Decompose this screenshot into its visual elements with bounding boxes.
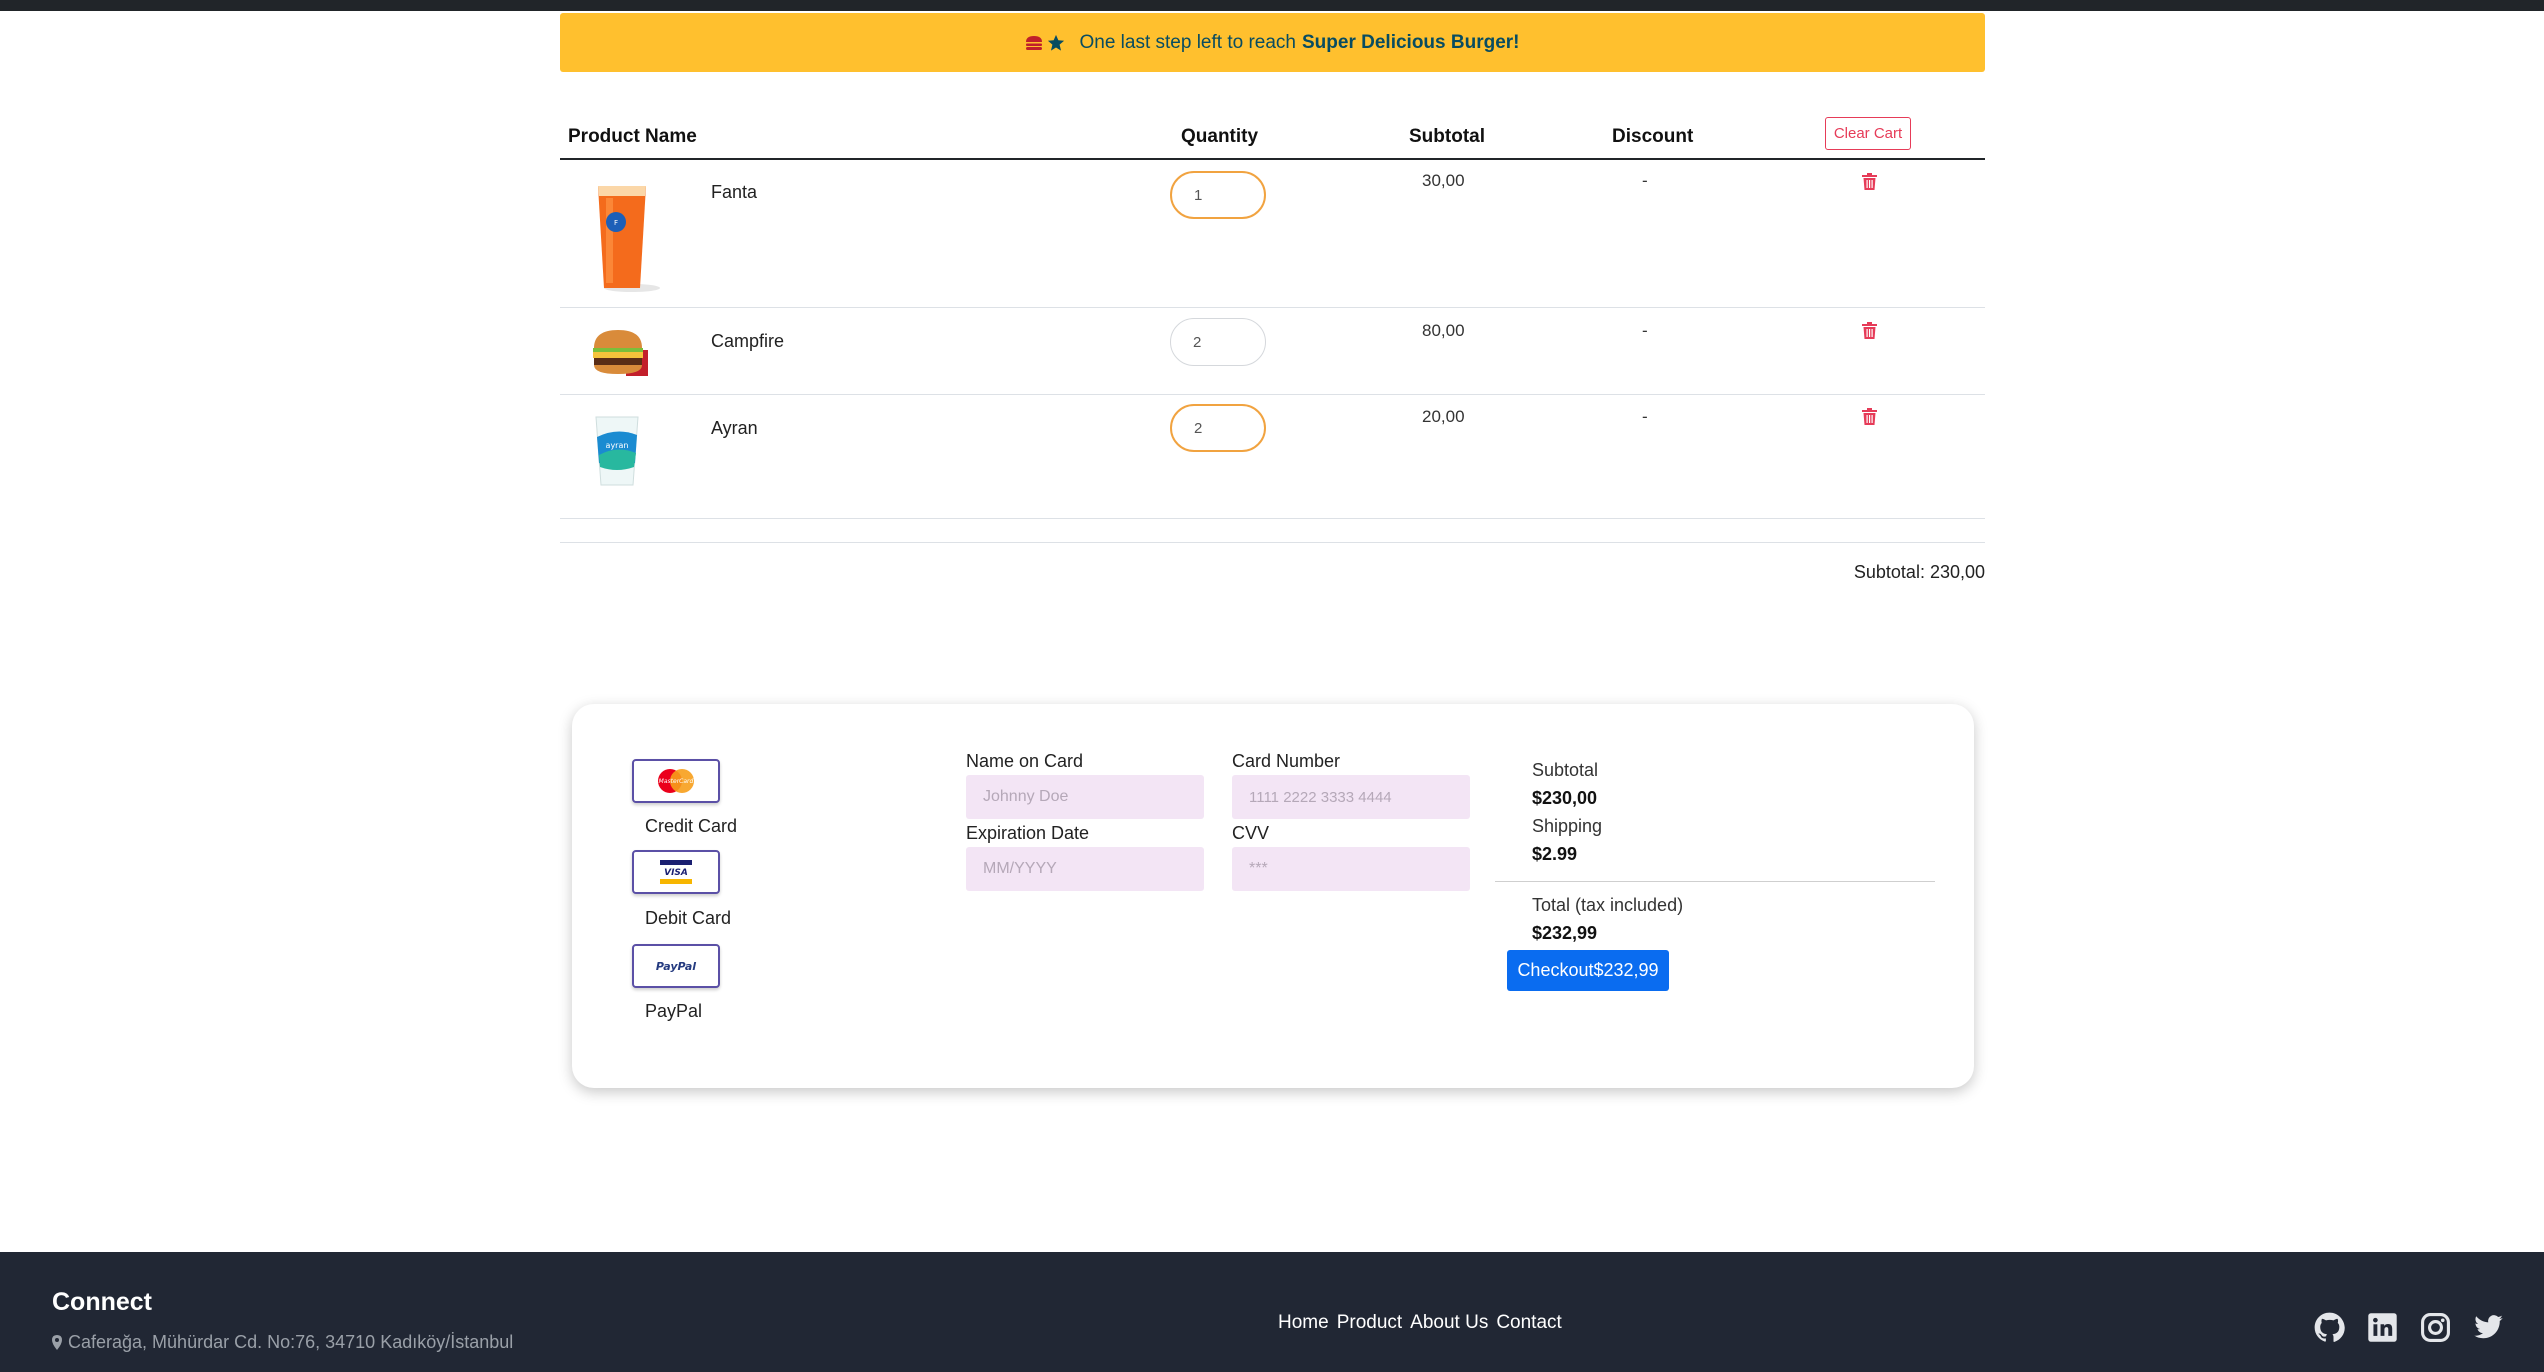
quantity-input[interactable]: 1	[1170, 171, 1266, 219]
footer-social	[2314, 1312, 2504, 1343]
summary-subtotal-value: $230,00	[1532, 788, 1598, 808]
visa-icon: VISA	[660, 860, 692, 884]
row-discount: -	[1642, 171, 1648, 190]
card-number-input[interactable]: 1111 2222 3333 4444	[1232, 775, 1470, 819]
promo-highlight: Super Delicious Burger!	[1302, 31, 1520, 53]
footer-title: Connect	[52, 1288, 152, 1316]
mastercard-icon: MasterCard	[658, 769, 694, 793]
footer-address: Caferağa, Mühürdar Cd. No:76, 34710 Kadı…	[52, 1332, 513, 1353]
trash-icon[interactable]	[1862, 173, 1877, 190]
credit-card-label: Credit Card	[645, 816, 738, 836]
svg-text:ayran: ayran	[606, 441, 629, 450]
footer-link-contact[interactable]: Contact	[1496, 1312, 1561, 1334]
header-product: Product Name	[568, 126, 697, 147]
paypal-option[interactable]: PayPal	[632, 944, 720, 988]
footer-nav: Home Product About Us Contact	[1278, 1312, 1562, 1334]
footer-address-text: Caferağa, Mühürdar Cd. No:76, 34710 Kadı…	[68, 1332, 514, 1352]
github-icon[interactable]	[2314, 1312, 2345, 1343]
header-quantity: Quantity	[1181, 126, 1259, 147]
summary-subtotal-label: Subtotal	[1532, 760, 1599, 780]
header-subtotal: Subtotal	[1409, 126, 1485, 147]
checkout-button[interactable]: Checkout$232,99	[1507, 950, 1669, 991]
ayran-image: ayran	[595, 416, 639, 486]
promo-banner: One last step left to reach Super Delici…	[560, 13, 1985, 72]
divider	[560, 542, 1985, 543]
row-discount: -	[1642, 407, 1648, 426]
table-row: Campfire 2 80,00 -	[560, 308, 1985, 395]
cvv-label: CVV	[1232, 823, 1270, 843]
paypal-icon: PayPal	[656, 960, 696, 973]
cart-subtotal: Subtotal: 230,00	[1853, 562, 1985, 582]
row-subtotal: 80,00	[1422, 321, 1465, 340]
row-discount: -	[1642, 321, 1648, 340]
expiration-date-label: Expiration Date	[966, 823, 1090, 843]
debit-card-label: Debit Card	[645, 908, 732, 928]
map-marker-icon	[52, 1335, 62, 1350]
footer: Connect Caferağa, Mühürdar Cd. No:76, 34…	[0, 1252, 2544, 1372]
trash-icon[interactable]	[1862, 408, 1877, 425]
cvv-input[interactable]: ***	[1232, 847, 1470, 891]
summary-divider	[1495, 881, 1935, 882]
header-discount: Discount	[1612, 126, 1694, 147]
linkedin-icon[interactable]	[2367, 1312, 2398, 1343]
visa-logo-text: VISA	[664, 868, 688, 878]
expiration-date-input[interactable]: MM/YYYY	[966, 847, 1204, 891]
paypal-label: PayPal	[645, 1001, 703, 1021]
instagram-icon[interactable]	[2420, 1312, 2451, 1343]
campfire-burger-image	[593, 330, 648, 376]
credit-card-option[interactable]: MasterCard	[632, 759, 720, 803]
row-subtotal: 20,00	[1422, 407, 1465, 426]
promo-icons	[1025, 34, 1065, 52]
name-on-card-label: Name on Card	[966, 751, 1084, 771]
product-name: Fanta	[711, 182, 758, 202]
table-header: Product Name Quantity Subtotal Discount …	[560, 100, 1985, 160]
cart-table: Product Name Quantity Subtotal Discount …	[560, 100, 1985, 519]
mastercard-logo-text: MasterCard	[659, 778, 694, 785]
product-name: Ayran	[711, 418, 758, 438]
name-on-card-input[interactable]: Johnny Doe	[966, 775, 1204, 819]
card-number-label: Card Number	[1232, 751, 1341, 771]
table-row: ayran Ayran 2 20,00 -	[560, 395, 1985, 519]
svg-text:F: F	[614, 219, 618, 227]
clear-cart-button[interactable]: Clear Cart	[1825, 117, 1911, 150]
summary-shipping-value: $2.99	[1532, 844, 1578, 864]
promo-text: One last step left to reach	[1079, 31, 1296, 53]
fanta-image: F	[598, 186, 660, 292]
quantity-input[interactable]: 2	[1170, 318, 1266, 366]
footer-link-about[interactable]: About Us	[1410, 1312, 1488, 1334]
twitter-icon[interactable]	[2473, 1312, 2504, 1343]
quantity-input[interactable]: 2	[1170, 404, 1266, 452]
burger-icon	[1026, 35, 1043, 50]
star-icon	[1048, 34, 1065, 51]
footer-link-product[interactable]: Product	[1337, 1312, 1402, 1334]
summary-total-value: $232,99	[1532, 923, 1598, 943]
paypal-logo-text: PayPal	[656, 960, 696, 973]
payment-card: MasterCard Credit Card VISA Debit Card P…	[572, 704, 1974, 1088]
trash-icon[interactable]	[1862, 322, 1877, 339]
footer-link-home[interactable]: Home	[1278, 1312, 1329, 1334]
debit-card-option[interactable]: VISA	[632, 850, 720, 894]
top-bar	[0, 0, 2544, 11]
product-name: Campfire	[711, 331, 785, 351]
row-subtotal: 30,00	[1422, 171, 1465, 190]
table-row: F Fanta 1 30,00 -	[560, 160, 1985, 308]
summary-total-label: Total (tax included)	[1532, 895, 1684, 915]
summary-shipping-label: Shipping	[1532, 816, 1603, 836]
